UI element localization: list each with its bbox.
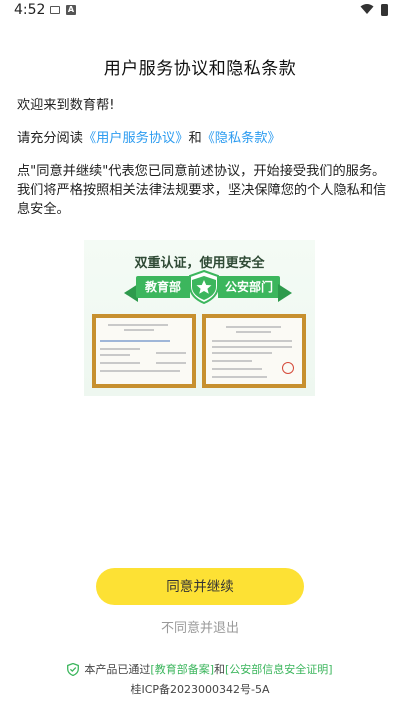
image-notification-icon [50,6,60,14]
education-filing-link[interactable]: [教育部备案] [150,663,214,676]
welcome-text: 欢迎来到数育帮! [17,98,115,113]
and-text: 和 [188,131,202,146]
certification-heading: 双重认证，使用更安全 [134,256,265,271]
status-bar: 4:52 A [0,0,400,22]
read-prefix: 请充分阅读 [17,131,83,146]
battery-icon [381,4,388,16]
page-title: 用户服务协议和隐私条款 [103,59,297,79]
icp-number: 桂ICP备2023000342号-5A [130,683,270,696]
footer-certification: 本产品已通过[教育部备案]和[公安部信息安全证明] [0,661,400,677]
agree-and-continue-button[interactable]: 同意并继续 [96,568,304,605]
notice-line-2: 我们将严格按照相关法律法规要求，坚决保障您的个人隐私和信息安全。 [17,183,387,217]
star-shield-icon [189,270,219,304]
privacy-policy-link[interactable]: 《隐私条款》 [202,131,281,146]
ribbon-police: 公安部门 [218,276,280,298]
disagree-and-exit-button[interactable]: 不同意并退出 [0,617,400,636]
wifi-icon [360,4,374,14]
education-certificate-image [92,314,196,388]
read-line: 请充分阅读《用户服务协议》和《隐私条款》 [17,129,387,148]
status-time: 4:52 [14,2,46,18]
verified-shield-icon [67,663,80,676]
app-notification-icon: A [66,5,76,15]
notice-line-1: 点"同意并继续"代表您已同意前述协议，开始接受我们的服务。 [17,164,386,179]
police-certificate-image [202,314,306,388]
ribbon-education: 教育部 [136,276,190,298]
ribbon-tail-right [278,284,292,302]
police-security-link[interactable]: [公安部信息安全证明] [225,663,333,676]
notice-text: 点"同意并继续"代表您已同意前述协议，开始接受我们的服务。 我们将严格按照相关法… [17,162,387,219]
certification-banner: 双重认证，使用更安全 教育部 公安部门 [84,240,315,396]
footer-and: 和 [214,663,225,676]
user-agreement-link[interactable]: 《用户服务协议》 [83,131,189,146]
seal-stamp [282,362,294,374]
footer-prefix: 本产品已通过 [84,663,151,676]
